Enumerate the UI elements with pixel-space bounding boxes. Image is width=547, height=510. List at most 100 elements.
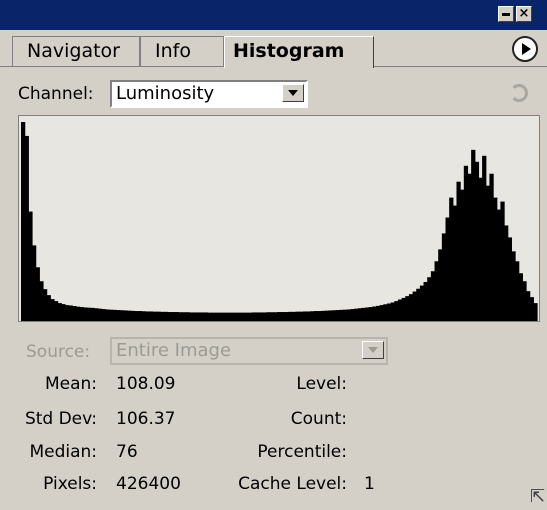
title-bar: × bbox=[0, 0, 547, 30]
histogram-bar bbox=[295, 311, 300, 321]
histogram-bar bbox=[262, 312, 267, 321]
histogram-bar bbox=[496, 209, 501, 321]
histogram-bar bbox=[251, 312, 256, 321]
histogram-bar bbox=[90, 307, 95, 321]
histogram-bar bbox=[434, 261, 439, 321]
chevron-down-icon bbox=[362, 341, 384, 359]
histogram-bar bbox=[375, 305, 381, 321]
histogram-bar bbox=[119, 310, 125, 321]
histogram-bar bbox=[79, 307, 84, 321]
histogram-bar bbox=[160, 311, 165, 321]
histogram-bar bbox=[321, 310, 326, 321]
histogram-bar bbox=[174, 312, 179, 321]
histogram-bar bbox=[21, 122, 26, 321]
histogram-bar bbox=[394, 301, 399, 321]
histogram-bar bbox=[145, 311, 150, 321]
histogram-bar bbox=[185, 312, 190, 321]
tab-histogram[interactable]: Histogram bbox=[224, 36, 374, 68]
source-value: Entire Image bbox=[116, 340, 232, 361]
histogram-bar bbox=[438, 249, 443, 321]
histogram-bar bbox=[97, 308, 103, 321]
histogram-bar bbox=[482, 155, 487, 321]
histogram-bar bbox=[386, 303, 392, 321]
histogram-bar bbox=[112, 309, 117, 321]
histogram-bar bbox=[28, 211, 33, 321]
histogram-bar bbox=[68, 305, 73, 321]
histogram-bar bbox=[196, 312, 201, 321]
cache-level-label: Cache Level: bbox=[238, 474, 347, 494]
histogram-bar bbox=[86, 307, 92, 321]
histogram-bar bbox=[189, 312, 194, 321]
histogram-bar bbox=[463, 165, 469, 321]
histogram-bar bbox=[441, 233, 447, 321]
pixels-value: 426400 bbox=[116, 474, 181, 494]
histogram-bar bbox=[171, 312, 176, 321]
histogram-bar bbox=[152, 311, 157, 321]
histogram-bar bbox=[240, 312, 245, 321]
channel-select[interactable]: Luminosity bbox=[110, 80, 308, 108]
histogram-bar bbox=[94, 308, 99, 321]
panel-menu-icon[interactable] bbox=[512, 36, 538, 62]
pixels-label: Pixels: bbox=[43, 474, 97, 494]
histogram-bar bbox=[401, 297, 406, 321]
histogram-bar bbox=[39, 281, 44, 321]
cache-level-value: 1 bbox=[364, 474, 375, 494]
close-icon[interactable]: × bbox=[516, 6, 532, 22]
histogram-bar bbox=[291, 311, 297, 321]
histogram-bar bbox=[332, 310, 337, 321]
histogram-bar bbox=[236, 312, 242, 321]
histogram-bar bbox=[489, 173, 494, 321]
channel-label: Channel: bbox=[18, 84, 94, 104]
histogram-bar bbox=[346, 309, 351, 321]
mean-label: Mean: bbox=[44, 374, 97, 394]
histogram-bar bbox=[178, 312, 183, 321]
histogram-bar bbox=[302, 311, 308, 321]
histogram-bar bbox=[518, 273, 523, 321]
percentile-label: Percentile: bbox=[257, 442, 347, 462]
histogram-bar bbox=[280, 312, 286, 321]
histogram-bar bbox=[50, 299, 55, 321]
histogram-bar bbox=[255, 312, 260, 321]
histogram-bar bbox=[445, 217, 450, 321]
histogram-bar bbox=[127, 310, 132, 321]
histogram-bar bbox=[203, 312, 209, 321]
histogram-chart bbox=[18, 115, 540, 322]
chevron-down-icon[interactable] bbox=[282, 84, 304, 102]
minimize-icon[interactable] bbox=[498, 6, 514, 22]
histogram-graph bbox=[21, 122, 538, 321]
histogram-bar bbox=[247, 312, 253, 321]
histogram-bar bbox=[214, 312, 220, 321]
tab-navigator[interactable]: Navigator bbox=[12, 36, 140, 66]
histogram-bar bbox=[313, 311, 319, 321]
histogram-bar bbox=[46, 295, 51, 321]
histogram-bar bbox=[75, 306, 81, 321]
histogram-bar bbox=[397, 299, 403, 321]
histogram-bar bbox=[522, 281, 527, 321]
histogram-bar bbox=[452, 205, 458, 321]
cursor-icon: ⇱ bbox=[530, 486, 546, 507]
histogram-bar bbox=[471, 149, 476, 321]
histogram-bar bbox=[427, 277, 432, 321]
histogram-bar bbox=[108, 309, 114, 321]
histogram-bar bbox=[526, 291, 531, 321]
histogram-bar bbox=[269, 312, 275, 321]
histogram-bar bbox=[141, 311, 147, 321]
histogram-bar bbox=[383, 304, 388, 321]
std-dev-label: Std Dev: bbox=[24, 409, 97, 429]
histogram-bar bbox=[416, 288, 421, 321]
histogram-bar bbox=[273, 312, 278, 321]
histogram-bar bbox=[467, 173, 472, 321]
std-dev-value: 106.37 bbox=[116, 409, 176, 429]
histogram-bar bbox=[365, 307, 370, 321]
histogram-bar bbox=[211, 312, 216, 321]
histogram-bar bbox=[339, 309, 344, 321]
histogram-bar bbox=[42, 289, 48, 321]
histogram-bar bbox=[504, 225, 509, 321]
histogram-bar bbox=[306, 311, 311, 321]
histogram-bar bbox=[101, 309, 106, 321]
mean-value: 108.09 bbox=[116, 374, 176, 394]
refresh-icon[interactable] bbox=[510, 84, 528, 102]
histogram-bar bbox=[207, 312, 212, 321]
histogram-bar bbox=[533, 303, 538, 321]
tab-info[interactable]: Info bbox=[140, 36, 224, 66]
